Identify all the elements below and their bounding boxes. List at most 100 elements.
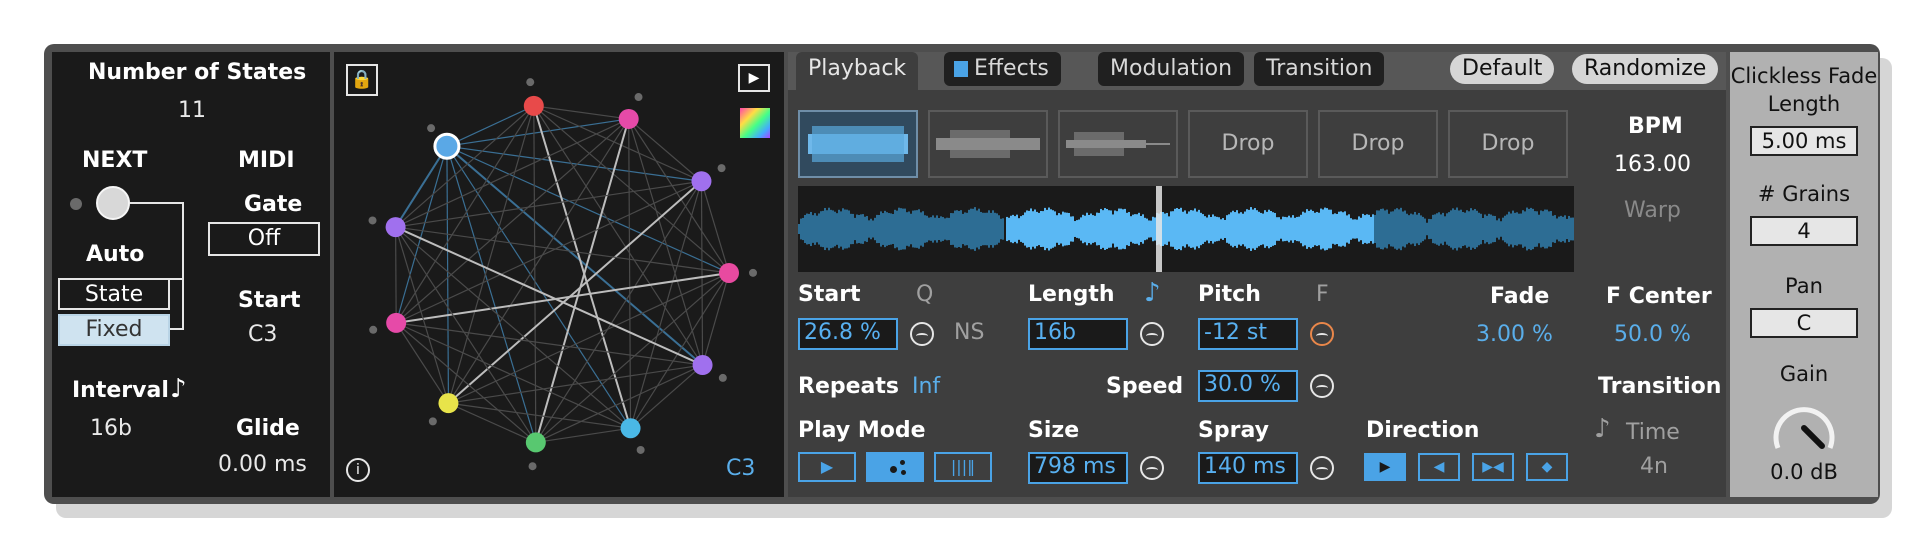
start-field[interactable]: 26.8 %: [798, 318, 898, 350]
fade-value[interactable]: 3.00 %: [1476, 322, 1553, 347]
direction-random-icon[interactable]: ◆: [1526, 453, 1568, 481]
direction-pingpong-icon[interactable]: ▶◀: [1472, 453, 1514, 481]
start-mod-icon[interactable]: [910, 322, 934, 346]
sample-slot-drop-1[interactable]: Drop: [1188, 110, 1308, 178]
f-center-value[interactable]: 50.0 %: [1614, 322, 1691, 347]
repeats-value[interactable]: Inf: [912, 374, 940, 399]
fixed-button[interactable]: Fixed: [58, 314, 170, 346]
state-marker-dot: [526, 78, 535, 87]
waveform-display[interactable]: [798, 186, 1574, 272]
info-icon[interactable]: i: [346, 458, 370, 482]
waveform-bar: [1172, 211, 1174, 247]
tab-effects[interactable]: Effects: [944, 52, 1061, 86]
spray-mod-icon[interactable]: [1310, 456, 1334, 480]
grains-field[interactable]: 4: [1750, 216, 1858, 246]
sample-slot-drop-3[interactable]: Drop: [1448, 110, 1568, 178]
waveform-bar: [1104, 208, 1106, 250]
note-sync-icon[interactable]: ♪: [1594, 414, 1611, 444]
size-mod-icon[interactable]: [1140, 456, 1164, 480]
waveform-bar: [1306, 209, 1308, 249]
waveform-bar: [1396, 208, 1398, 250]
state-node[interactable]: [692, 355, 713, 376]
size-field[interactable]: 798 ms: [1028, 452, 1128, 484]
formant-toggle[interactable]: F: [1316, 282, 1329, 307]
tab-playback[interactable]: Playback: [796, 52, 919, 90]
state-node[interactable]: [433, 132, 461, 160]
speed-mod-icon[interactable]: [1310, 374, 1334, 398]
clickless-fade-field[interactable]: 5.00 ms: [1750, 126, 1858, 156]
interval-value[interactable]: 16b: [90, 416, 132, 441]
state-node[interactable]: [385, 217, 406, 238]
waveform-bar: [1144, 217, 1146, 241]
state-node[interactable]: [438, 393, 459, 414]
waveform-bar: [1022, 215, 1024, 243]
glide-value[interactable]: 0.00 ms: [218, 452, 307, 477]
playhead-marker[interactable]: [1156, 186, 1162, 272]
waveform-bar: [1234, 212, 1236, 246]
gain-value: 0.0 dB: [1770, 460, 1838, 484]
waveform-bar: [1042, 211, 1044, 247]
waveform-bar: [1336, 213, 1338, 245]
ns-toggle[interactable]: NS: [954, 320, 984, 345]
waveform-bar: [1018, 218, 1020, 240]
tab-transition[interactable]: Transition: [1254, 52, 1385, 86]
state-node[interactable]: [523, 95, 544, 116]
state-node[interactable]: [718, 262, 739, 283]
state-marker-dot: [528, 462, 537, 471]
play-mode-spectral-icon[interactable]: |||‖: [934, 452, 992, 482]
waveform-bar: [848, 210, 850, 248]
state-node[interactable]: [691, 171, 712, 192]
play-mode-forward-icon[interactable]: ▶: [798, 452, 856, 482]
waveform-bar: [1180, 207, 1182, 251]
state-button[interactable]: State: [58, 278, 170, 310]
randomize-button[interactable]: Randomize: [1572, 54, 1719, 84]
waveform-bar: [1442, 212, 1444, 246]
play-mode-grains-icon[interactable]: [866, 452, 924, 482]
quantize-toggle[interactable]: Q: [916, 282, 933, 307]
gate-toggle[interactable]: Off: [208, 222, 320, 256]
waveform-bar: [1452, 208, 1454, 250]
waveform-bar: [996, 213, 998, 245]
state-node[interactable]: [618, 108, 639, 129]
waveform-bar: [1000, 218, 1002, 240]
state-node[interactable]: [620, 418, 641, 439]
default-button[interactable]: Default: [1450, 54, 1555, 84]
sample-slot-drop-2[interactable]: Drop: [1318, 110, 1438, 178]
direction-reverse-icon[interactable]: ◀: [1418, 453, 1460, 481]
next-button[interactable]: [96, 186, 130, 220]
waveform-bar: [1368, 214, 1370, 244]
waveform-bar: [1480, 213, 1482, 245]
speed-field[interactable]: 30.0 %: [1198, 370, 1298, 402]
gain-knob[interactable]: [1764, 392, 1844, 462]
waveform-bar: [918, 209, 920, 249]
direction-forward-icon[interactable]: ▶: [1364, 453, 1406, 481]
waveform-bar: [1044, 207, 1046, 251]
time-value[interactable]: 4n: [1640, 454, 1668, 479]
pitch-field[interactable]: -12 st: [1198, 318, 1298, 350]
spray-field[interactable]: 140 ms: [1198, 452, 1298, 484]
length-mod-icon[interactable]: [1140, 322, 1164, 346]
sample-slot-1[interactable]: [798, 110, 918, 178]
state-network-graph[interactable]: [334, 52, 784, 497]
note-sync-icon[interactable]: ♪: [170, 374, 187, 404]
waveform-bar: [1398, 209, 1400, 249]
state-node[interactable]: [525, 432, 546, 453]
waveform-bar: [1268, 209, 1270, 249]
state-node[interactable]: [386, 312, 407, 333]
note-sync-icon[interactable]: ♪: [1144, 278, 1161, 308]
length-field[interactable]: 16b: [1028, 318, 1128, 350]
waveform-bar: [900, 208, 902, 250]
state-edge: [446, 145, 704, 366]
pan-field[interactable]: C: [1750, 308, 1858, 338]
tab-modulation[interactable]: Modulation: [1098, 52, 1245, 86]
num-states-value[interactable]: 11: [178, 98, 206, 123]
waveform-bar: [1548, 211, 1550, 247]
sample-slot-2[interactable]: [928, 110, 1048, 178]
waveform-bar: [1430, 219, 1432, 239]
bpm-value[interactable]: 163.00: [1614, 152, 1691, 177]
waveform-bar: [1304, 212, 1306, 246]
start-value[interactable]: C3: [248, 322, 277, 347]
warp-toggle[interactable]: Warp: [1624, 198, 1681, 223]
sample-slot-3[interactable]: [1058, 110, 1178, 178]
pitch-mod-icon[interactable]: [1310, 322, 1334, 346]
